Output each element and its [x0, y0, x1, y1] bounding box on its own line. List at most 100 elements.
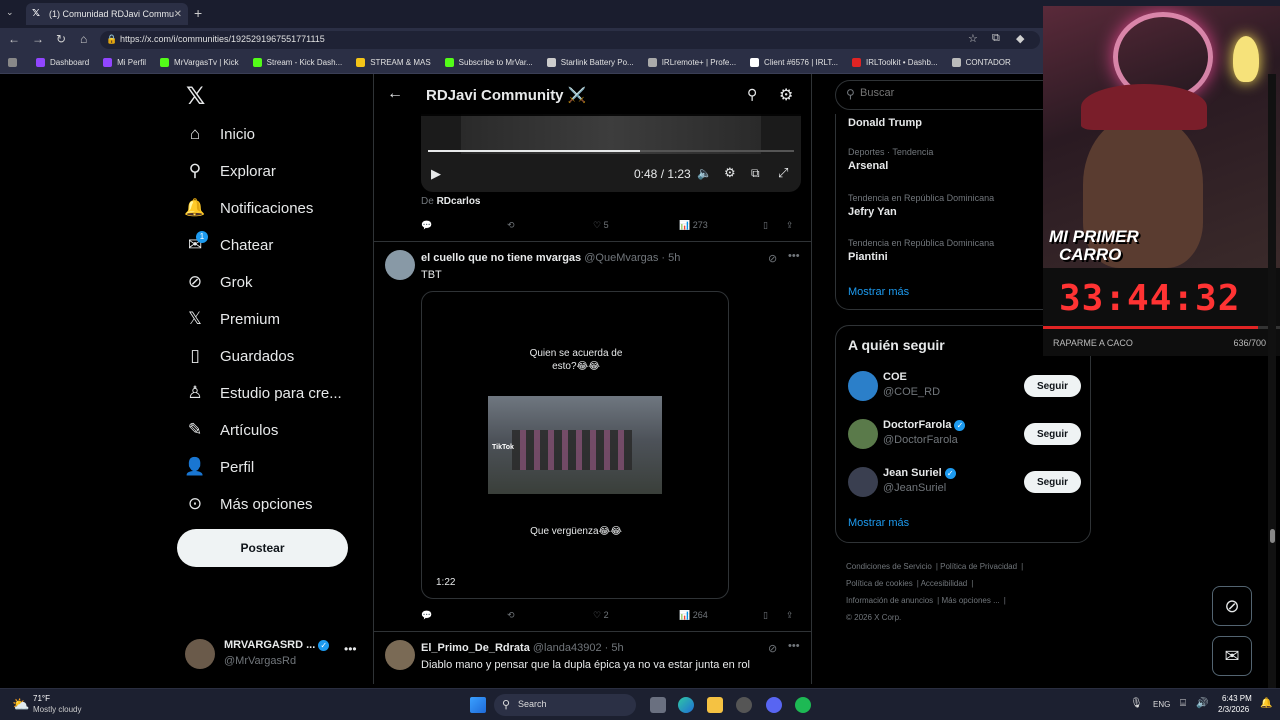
- task-view-icon[interactable]: [650, 697, 666, 713]
- back-arrow-icon[interactable]: ←: [387, 85, 403, 103]
- bookmark-item[interactable]: IRLremote+ | Profe...: [647, 58, 736, 67]
- footer-link[interactable]: Condiciones de Servicio: [846, 562, 932, 571]
- post-button[interactable]: Postear: [177, 529, 348, 567]
- follow-suggestion[interactable]: Jean Suriel ✓ @JeanSuriel Seguir: [836, 465, 1092, 499]
- settings-gear-icon[interactable]: ⚙: [779, 85, 793, 105]
- search-icon[interactable]: ⚲: [747, 86, 757, 103]
- follow-button[interactable]: Seguir: [1024, 375, 1081, 397]
- app-icon[interactable]: [736, 697, 752, 713]
- favorites-icon[interactable]: ☆: [968, 32, 978, 45]
- messages-float-button[interactable]: ✉: [1212, 636, 1252, 676]
- bookmark-item[interactable]: IRLToolkit • Dashb...: [852, 58, 938, 67]
- tab-close-icon[interactable]: ✕: [174, 9, 182, 20]
- trend-item[interactable]: Donald Trump•••: [848, 114, 1075, 129]
- views-stat[interactable]: 📊 273: [679, 220, 708, 231]
- video-settings-icon[interactable]: ⚙: [724, 165, 736, 181]
- volume-icon[interactable]: 🔈: [697, 166, 712, 180]
- pip-icon[interactable]: ⧉: [751, 166, 760, 181]
- bookmark-icon[interactable]: ▯: [763, 610, 768, 621]
- tweet3-handle[interactable]: @landa43902 · 5h: [533, 642, 624, 654]
- share-icon[interactable]: ⇪: [786, 220, 794, 231]
- home-icon[interactable]: ⌂: [80, 32, 87, 46]
- extensions-icon[interactable]: ⧉: [992, 32, 1000, 45]
- views-stat[interactable]: 📊 264: [679, 610, 708, 621]
- tweet2-video[interactable]: Quien se acuerda de esto?😂😂 TikTok Que v…: [421, 291, 729, 599]
- footer-link[interactable]: Información de anuncios: [846, 596, 933, 605]
- bookmark-item[interactable]: Dashboard: [36, 58, 89, 67]
- video-player[interactable]: ▶ 0:48 / 1:23 🔈 ⚙ ⧉ ⤢: [421, 114, 801, 192]
- volume-icon[interactable]: 🔊: [1196, 698, 1208, 709]
- sidebar-item-art-culos[interactable]: ✎ Artículos: [184, 420, 278, 440]
- footer-link[interactable]: Política de cookies: [846, 579, 913, 588]
- repost-icon[interactable]: ⟲: [507, 610, 515, 621]
- bookmark-icon[interactable]: ▯: [763, 220, 768, 231]
- spotify-icon[interactable]: [795, 697, 811, 713]
- tab-list-chevron-icon[interactable]: ⌄: [6, 7, 14, 18]
- video-progress-track[interactable]: [428, 150, 794, 152]
- share-icon[interactable]: ⇪: [786, 610, 794, 621]
- discord-icon[interactable]: [766, 697, 782, 713]
- page-scrollbar[interactable]: [1268, 74, 1276, 688]
- tweet2-avatar[interactable]: [385, 250, 415, 280]
- account-switcher[interactable]: MRVARGASRD ... ✓ @MrVargasRd •••: [185, 636, 365, 672]
- wallet-icon[interactable]: ◆: [1016, 32, 1024, 45]
- sidebar-item-m-s-opciones[interactable]: ⊙ Más opciones: [184, 494, 313, 514]
- trend-item[interactable]: Tendencia en República Dominicana Piantin…: [848, 238, 1075, 263]
- bookmark-item[interactable]: MrVargasTv | Kick: [160, 58, 239, 67]
- trends-show-more[interactable]: Mostrar más: [848, 286, 909, 298]
- search-input[interactable]: [860, 87, 1060, 99]
- tweet2-handle[interactable]: @QueMvargas · 5h: [584, 252, 680, 264]
- sidebar-item-grok[interactable]: ⊘ Grok: [184, 272, 253, 292]
- reply-icon[interactable]: 💬: [421, 220, 432, 231]
- taskbar-search[interactable]: ⚲ Search: [494, 694, 636, 716]
- bookmark-item[interactable]: Stream - Kick Dash...: [252, 58, 342, 67]
- like-button[interactable]: ♡ 5: [593, 220, 609, 231]
- edge-icon[interactable]: [678, 697, 694, 713]
- trend-item[interactable]: Deportes · TendenciaArsenal•••: [848, 147, 1075, 172]
- follow-show-more[interactable]: Mostrar más: [848, 517, 909, 529]
- sidebar-item-premium[interactable]: 𝕏 Premium: [184, 309, 280, 329]
- footer-link[interactable]: Accesibilidad: [921, 579, 968, 588]
- grok-icon[interactable]: ⊘: [768, 642, 777, 655]
- tweet3-more-icon[interactable]: •••: [788, 640, 800, 652]
- sidebar-item-chatear[interactable]: ✉ 1 Chatear: [184, 231, 273, 255]
- forward-icon[interactable]: →: [32, 32, 44, 46]
- scrollbar-thumb[interactable]: [1270, 529, 1275, 543]
- bookmark-item[interactable]: STREAM & MAS: [356, 58, 431, 67]
- tweet2-more-icon[interactable]: •••: [788, 250, 800, 262]
- x-home-logo[interactable]: 𝕏: [186, 82, 205, 111]
- start-icon[interactable]: [470, 697, 486, 713]
- follow-suggestion[interactable]: DoctorFarola ✓ @DoctorFarola Seguir: [836, 417, 1092, 451]
- language-indicator[interactable]: ENG: [1153, 700, 1170, 709]
- play-icon[interactable]: ▶: [431, 166, 441, 182]
- browser-tab[interactable]: 𝕏 (1) Comunidad RDJavi Community ✕: [26, 3, 188, 25]
- repost-icon[interactable]: ⟲: [507, 220, 515, 231]
- grok-float-button[interactable]: ⊘: [1212, 586, 1252, 626]
- mic-icon[interactable]: 🎙: [1130, 698, 1143, 709]
- bookmarks-menu-icon[interactable]: [8, 58, 22, 67]
- url-field[interactable]: 🔒 https://x.com/i/communities/1925291967…: [100, 31, 1040, 49]
- weather-icon[interactable]: ⛅: [12, 696, 29, 713]
- grok-icon[interactable]: ⊘: [768, 252, 777, 265]
- sidebar-item-inicio[interactable]: ⌂ Inicio: [184, 124, 255, 144]
- tweet2-author-name[interactable]: el cuello que no tiene mvargas: [421, 252, 581, 264]
- reply-icon[interactable]: 💬: [421, 610, 432, 621]
- from-user-link[interactable]: RDcarlos: [437, 196, 481, 207]
- bookmark-item[interactable]: Client #6576 | IRLT...: [750, 58, 838, 67]
- like-button[interactable]: ♡ 2: [593, 610, 609, 621]
- file-explorer-icon[interactable]: [707, 697, 723, 713]
- fullscreen-icon[interactable]: ⤢: [778, 165, 788, 181]
- follow-button[interactable]: Seguir: [1024, 471, 1081, 493]
- tweet3-avatar[interactable]: [385, 640, 415, 670]
- new-tab-button[interactable]: +: [194, 5, 202, 21]
- more-icon[interactable]: •••: [344, 642, 357, 656]
- tweet3-author-name[interactable]: El_Primo_De_Rdrata: [421, 642, 530, 654]
- footer-link[interactable]: Política de Privacidad: [940, 562, 1017, 571]
- bookmark-item[interactable]: Subscribe to MrVar...: [444, 58, 533, 67]
- follow-button[interactable]: Seguir: [1024, 423, 1081, 445]
- sidebar-item-explorar[interactable]: ⚲ Explorar: [184, 161, 276, 181]
- notifications-icon[interactable]: 🔔: [1260, 698, 1272, 709]
- network-icon[interactable]: ⌸: [1180, 698, 1186, 709]
- trend-item[interactable]: Tendencia en República Dominicana Jefry Y…: [848, 193, 1075, 218]
- footer-link[interactable]: Más opciones ...: [941, 596, 999, 605]
